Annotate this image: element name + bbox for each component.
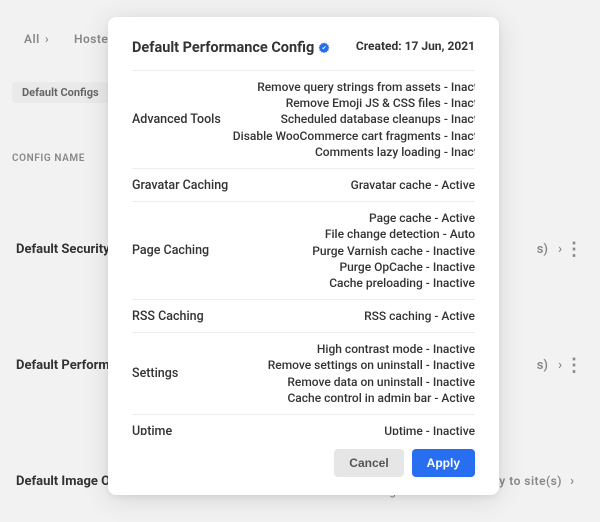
config-value-line: Purge Varnish cache - Inactive [312,243,475,259]
modal-created-label: Created: [356,39,402,53]
bg-tab-all: All [24,32,40,46]
modal-header: Default Performance Config Created: 17 J… [132,39,475,56]
bg-row-performance-chevron: › [558,358,562,373]
modal-title: Default Performance Config [132,39,314,56]
config-value-line: Page cache - Active [312,210,475,226]
config-value-line: RSS caching - Active [364,308,475,324]
bg-row-performance-sites: s) [537,358,548,373]
config-section: RSS Caching RSS caching - Active [132,299,475,332]
config-section: Uptime Uptime - Inactive [132,414,475,435]
apply-button[interactable]: Apply [412,449,475,477]
config-value-line: Remove settings on uninstall - Inactive [268,357,475,373]
config-section-label: Gravatar Caching [132,178,228,193]
config-modal: Default Performance Config Created: 17 J… [108,17,499,495]
modal-footer: Cancel Apply [132,435,475,477]
bg-header-config-name: CONFIG NAME [12,153,85,164]
config-value-line: High contrast mode - Inactive [268,341,475,357]
config-section: Gravatar Caching Gravatar cache - Active [132,168,475,201]
verified-icon [318,42,330,54]
bg-row-security-menu-icon: ⋮ [565,239,584,260]
config-section-label: RSS Caching [132,309,204,324]
bg-row-security-chevron: › [558,242,562,257]
bg-row-security-sites: s) [537,242,548,257]
config-value-line: Scheduled database cleanups - Inactive [233,111,475,127]
config-section-values: Gravatar cache - Active [351,177,475,193]
config-value-line: Gravatar cache - Active [351,177,475,193]
config-value-line: Uptime - Inactive [384,423,475,435]
modal-created-value: 17 Jun, 2021 [405,39,475,53]
config-value-line: Remove Emoji JS & CSS files - Inactive [233,95,475,111]
bg-row-security-text: Default Security [16,242,110,257]
config-section-label: Uptime [132,424,172,435]
config-value-line: Cache control in admin bar - Active [268,390,475,406]
config-value-line: File change detection - Auto [312,226,475,242]
config-value-line: Purge OpCache - Inactive [312,259,475,275]
cancel-button[interactable]: Cancel [334,449,403,477]
bg-chip-default-configs: Default Configs [12,82,109,103]
config-value-line: Disable WooCommerce cart fragments - Ina… [233,128,475,144]
config-section-label: Page Caching [132,243,209,258]
bg-apply-chevron: › [570,474,574,489]
config-section-values: Uptime - Inactive [384,423,475,435]
modal-title-wrap: Default Performance Config [132,39,330,56]
modal-body: Advanced Tools Remove query strings from … [132,70,475,435]
config-section-values: RSS caching - Active [364,308,475,324]
config-section: SettingsHigh contrast mode - InactiveRem… [132,332,475,414]
config-value-line: Cache preloading - Inactive [312,275,475,291]
config-section: Advanced Tools Remove query strings from … [132,70,475,168]
modal-created: Created: 17 Jun, 2021 [356,39,475,53]
config-value-line: Remove data on uninstall - Inactive [268,374,475,390]
bg-tab-all-chevron: › [45,32,49,46]
bg-row-performance-menu-icon: ⋮ [565,355,584,376]
config-section-values: Remove query strings from assets - Inact… [233,79,475,160]
config-value-line: Comments lazy loading - Inactive [233,144,475,160]
config-value-line: Remove query strings from assets - Inact… [233,79,475,95]
config-section-values: Page cache - ActiveFile change detection… [312,210,475,291]
config-section-values: High contrast mode - InactiveRemove sett… [268,341,475,406]
config-section-label: Settings [132,366,178,381]
config-section-label: Advanced Tools [132,112,221,127]
config-section: Page Caching Page cache - ActiveFile chan… [132,201,475,299]
